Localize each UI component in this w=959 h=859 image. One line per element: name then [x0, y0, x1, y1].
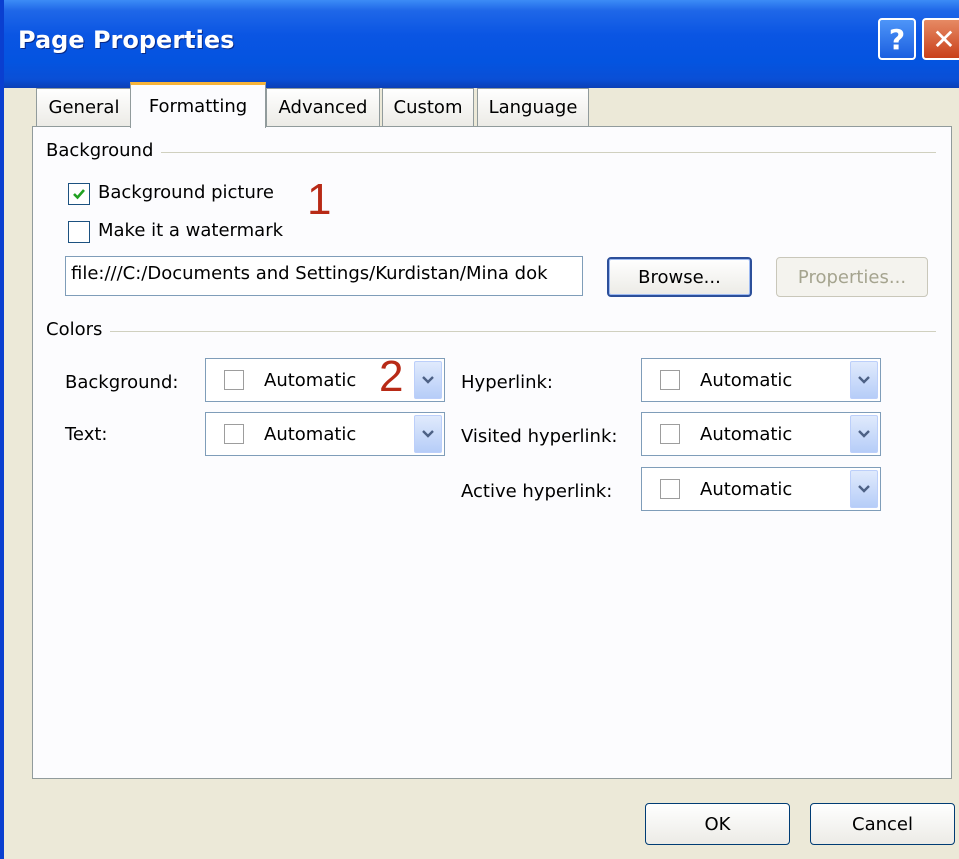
background-group-label: Background: [46, 140, 162, 161]
colors-group-divider: [48, 331, 936, 332]
color-swatch: [224, 370, 244, 390]
watermark-label[interactable]: Make it a watermark: [98, 220, 283, 241]
background-color-label: Background:: [65, 372, 179, 393]
properties-label: Properties...: [797, 266, 907, 288]
hyperlink-color-select[interactable]: Automatic: [641, 358, 881, 402]
tab-custom[interactable]: Custom: [382, 88, 474, 126]
background-color-select[interactable]: Automatic: [205, 358, 445, 402]
color-swatch: [660, 479, 680, 499]
text-color-select[interactable]: Automatic: [205, 412, 445, 456]
tab-label: Language: [488, 97, 578, 118]
visited-hyperlink-color-label: Visited hyperlink:: [461, 426, 618, 447]
ok-label: OK: [704, 813, 731, 835]
annotation-one: 1: [307, 175, 332, 224]
tab-label: Custom: [393, 97, 463, 118]
cancel-button[interactable]: Cancel: [810, 803, 955, 845]
tab-label: Advanced: [278, 97, 368, 118]
tab-general[interactable]: General: [36, 88, 132, 126]
help-icon: ?: [888, 22, 906, 56]
background-picture-label[interactable]: Background picture: [98, 182, 274, 203]
background-color-value: Automatic: [264, 370, 357, 391]
tab-label: General: [48, 97, 120, 118]
color-swatch: [660, 370, 680, 390]
browse-button[interactable]: Browse...: [607, 257, 752, 297]
hyperlink-color-label: Hyperlink:: [461, 372, 553, 393]
help-button[interactable]: ?: [878, 18, 916, 60]
properties-button: Properties...: [776, 257, 928, 297]
background-group-divider: [48, 152, 936, 153]
page-properties-dialog: Page Properties ? ✕ General Formatting A…: [0, 0, 959, 859]
background-picture-path-input[interactable]: file:///C:/Documents and Settings/Kurdis…: [65, 256, 583, 296]
background-picture-checkbox[interactable]: [68, 183, 90, 205]
tab-label: Formatting: [148, 96, 248, 117]
visited-hyperlink-color-value: Automatic: [700, 424, 793, 445]
chevron-down-icon[interactable]: [414, 415, 442, 453]
cancel-label: Cancel: [852, 813, 913, 835]
text-color-label: Text:: [65, 424, 108, 445]
text-color-value: Automatic: [264, 424, 357, 445]
hyperlink-color-value: Automatic: [700, 370, 793, 391]
chevron-down-icon[interactable]: [850, 361, 878, 399]
dialog-title: Page Properties: [18, 26, 235, 54]
checkmark-icon: [73, 189, 85, 200]
tab-formatting[interactable]: Formatting: [130, 82, 266, 128]
close-button[interactable]: ✕: [922, 18, 959, 60]
tab-advanced[interactable]: Advanced: [266, 88, 380, 126]
active-hyperlink-color-select[interactable]: Automatic: [641, 467, 881, 511]
active-hyperlink-color-label: Active hyperlink:: [461, 481, 613, 502]
chevron-down-icon[interactable]: [850, 415, 878, 453]
watermark-checkbox[interactable]: [68, 221, 90, 243]
path-value: file:///C:/Documents and Settings/Kurdis…: [71, 263, 548, 284]
color-swatch: [660, 424, 680, 444]
active-hyperlink-color-value: Automatic: [700, 479, 793, 500]
title-bar[interactable]: Page Properties ? ✕: [4, 0, 959, 88]
tab-language[interactable]: Language: [477, 88, 589, 126]
color-swatch: [224, 424, 244, 444]
chevron-down-icon[interactable]: [850, 470, 878, 508]
visited-hyperlink-color-select[interactable]: Automatic: [641, 412, 881, 456]
browse-label: Browse...: [638, 266, 721, 288]
annotation-two: 2: [379, 352, 404, 401]
colors-group-label: Colors: [46, 319, 111, 340]
ok-button[interactable]: OK: [645, 803, 790, 845]
chevron-down-icon[interactable]: [414, 361, 442, 399]
close-icon: ✕: [932, 22, 956, 56]
